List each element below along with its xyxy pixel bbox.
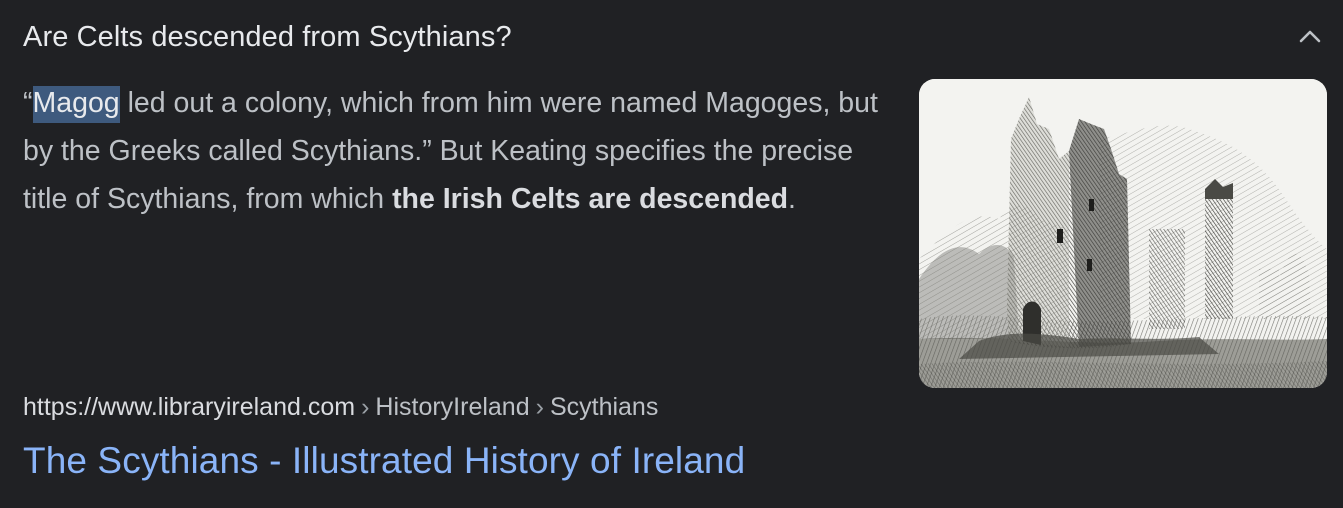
snippet-text-end: . [788, 183, 796, 215]
breadcrumb-scythians: Scythians [549, 393, 659, 421]
breadcrumb-separator: › [361, 393, 370, 421]
highlighted-term: Magog [32, 86, 120, 123]
open-quote: “ [23, 87, 33, 119]
answer-snippet: “Magog led out a colony, which from him … [23, 79, 893, 223]
breadcrumb-separator: › [535, 393, 544, 421]
result-title-link[interactable]: The Scythians - Illustrated History of I… [23, 440, 745, 482]
castle-engraving-image [919, 79, 1327, 388]
snippet-bold-text: the Irish Celts are descended [392, 183, 789, 215]
question-text: Are Celts descended from Scythians? [23, 20, 512, 53]
breadcrumb-historyireland: HistoryIreland [375, 393, 530, 421]
result-thumbnail[interactable] [919, 79, 1327, 388]
result-domain: https://www.libraryireland.com [23, 393, 356, 421]
result-url-breadcrumb[interactable]: https://www.libraryireland.com › HistoryIr… [23, 393, 658, 422]
question-header[interactable]: Are Celts descended from Scythians? [23, 14, 1323, 60]
chevron-up-icon[interactable] [1297, 24, 1323, 50]
